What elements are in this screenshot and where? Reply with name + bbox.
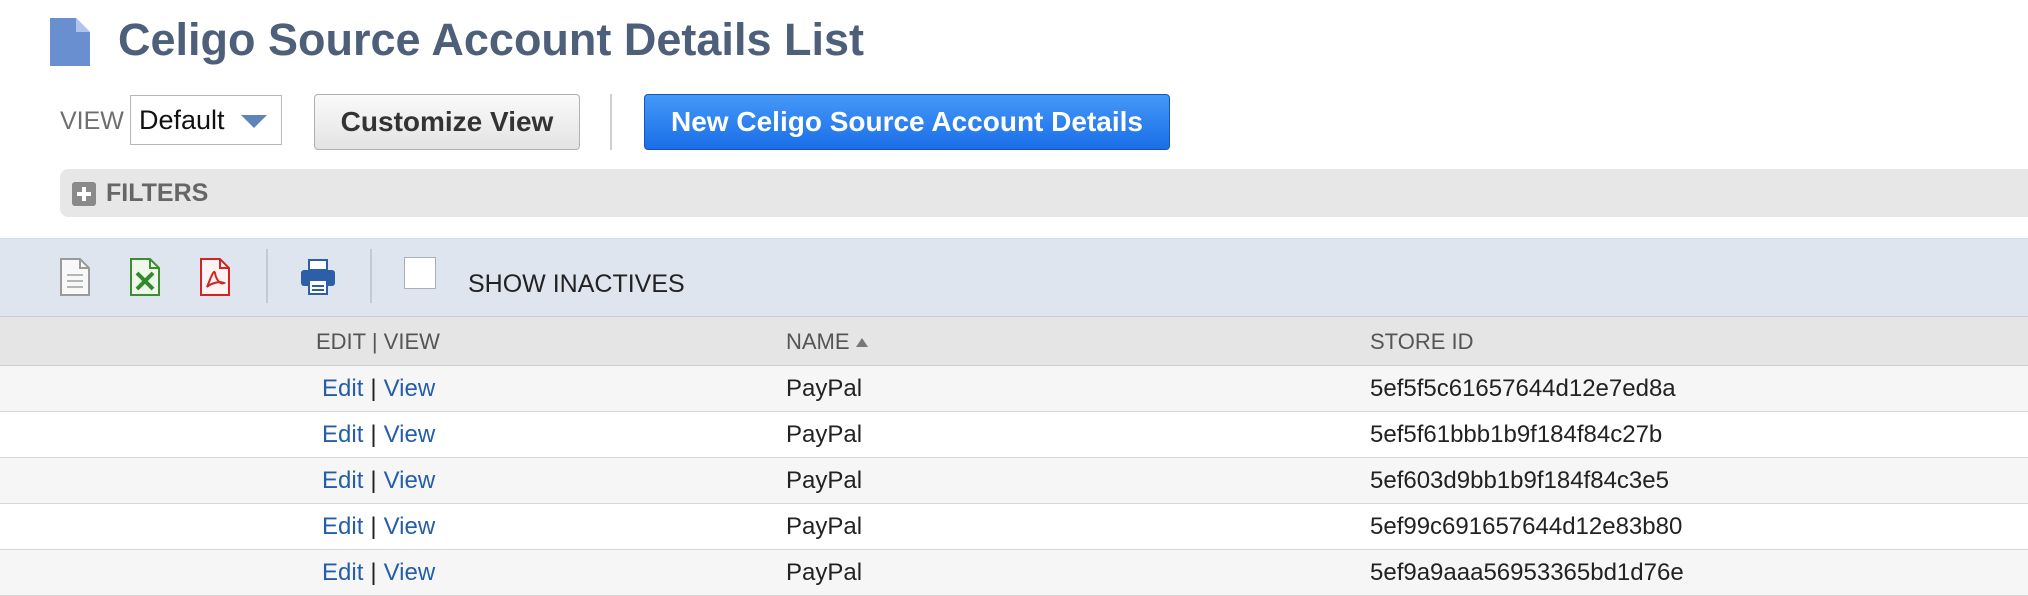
column-header-name[interactable]: NAME bbox=[786, 330, 868, 354]
edit-link[interactable]: Edit bbox=[322, 467, 363, 494]
records-table: EDIT | VIEW NAME STORE ID Edit | View PayPa… bbox=[0, 316, 2028, 596]
store-id-cell: 5ef5f5c61657644d12e7ed8a bbox=[1370, 375, 1676, 402]
column-header-edit-view: EDIT | VIEW bbox=[316, 329, 440, 354]
button-divider bbox=[610, 94, 612, 150]
link-separator: | bbox=[370, 467, 377, 494]
store-id-cell: 5ef603d9bb1b9f184f84c3e5 bbox=[1370, 467, 1669, 494]
table-row: Edit | View PayPal 5ef5f5c61657644d12e7ed8a bbox=[0, 366, 2028, 412]
name-cell: PayPal bbox=[786, 421, 863, 448]
list-toolbar: SHOW INACTIVES bbox=[0, 238, 2028, 316]
show-inactives-checkbox[interactable] bbox=[404, 257, 436, 289]
edit-view-cell: Edit | View bbox=[322, 513, 435, 541]
store-id-cell: 5ef9a9aaa56953365bd1d76e bbox=[1370, 559, 1684, 586]
name-cell: PayPal bbox=[786, 513, 863, 540]
filters-label: FILTERS bbox=[106, 179, 209, 207]
show-inactives-label: SHOW INACTIVES bbox=[468, 270, 685, 298]
sort-ascending-icon bbox=[855, 338, 868, 347]
link-separator: | bbox=[370, 513, 377, 540]
store-id-cell: 5ef5f61bbb1b9f184f84c27b bbox=[1370, 421, 1663, 448]
table-row: Edit | View PayPal 5ef99c691657644d12e83b80 bbox=[0, 504, 2028, 550]
name-cell: PayPal bbox=[786, 467, 863, 494]
export-excel-icon[interactable] bbox=[128, 257, 162, 297]
view-link[interactable]: View bbox=[384, 421, 436, 448]
table-row: Edit | View PayPal 5ef9a9aaa56953365bd1d76e bbox=[0, 550, 2028, 596]
print-icon[interactable] bbox=[298, 257, 338, 297]
view-link[interactable]: View bbox=[384, 467, 436, 494]
edit-link[interactable]: Edit bbox=[322, 421, 363, 448]
view-label: VIEW bbox=[60, 107, 124, 135]
page-title: Celigo Source Account Details List bbox=[118, 14, 864, 65]
toolbar-separator bbox=[370, 249, 372, 303]
edit-link[interactable]: Edit bbox=[322, 559, 363, 586]
plus-icon[interactable] bbox=[72, 182, 96, 206]
filters-bar[interactable]: FILTERS bbox=[60, 169, 2028, 217]
table-header: EDIT | VIEW NAME STORE ID bbox=[0, 316, 2028, 366]
table-body: Edit | View PayPal 5ef5f5c61657644d12e7ed8a E… bbox=[0, 366, 2028, 596]
edit-link[interactable]: Edit bbox=[322, 513, 363, 540]
table-row: Edit | View PayPal 5ef603d9bb1b9f184f84c3e5 bbox=[0, 458, 2028, 504]
edit-view-cell: Edit | View bbox=[322, 467, 435, 495]
customize-view-button[interactable]: Customize View bbox=[314, 94, 580, 150]
view-select[interactable]: Default bbox=[130, 95, 282, 145]
store-id-cell: 5ef99c691657644d12e83b80 bbox=[1370, 513, 1683, 540]
document-icon bbox=[50, 18, 90, 66]
link-separator: | bbox=[370, 375, 377, 402]
edit-link[interactable]: Edit bbox=[322, 375, 363, 402]
table-row: Edit | View PayPal 5ef5f61bbb1b9f184f84c27b bbox=[0, 412, 2028, 458]
edit-view-cell: Edit | View bbox=[322, 375, 435, 403]
link-separator: | bbox=[370, 559, 377, 586]
column-header-name-label: NAME bbox=[786, 329, 850, 354]
view-link[interactable]: View bbox=[384, 559, 436, 586]
column-header-store-id[interactable]: STORE ID bbox=[1370, 330, 1474, 354]
view-select-value: Default bbox=[139, 105, 225, 135]
name-cell: PayPal bbox=[786, 559, 863, 586]
view-link[interactable]: View bbox=[384, 375, 436, 402]
link-separator: | bbox=[370, 421, 377, 448]
name-cell: PayPal bbox=[786, 375, 863, 402]
export-pdf-icon[interactable] bbox=[198, 257, 232, 297]
chevron-down-icon bbox=[241, 115, 267, 128]
edit-view-cell: Edit | View bbox=[322, 421, 435, 449]
new-record-button[interactable]: New Celigo Source Account Details bbox=[644, 94, 1170, 150]
toolbar-separator bbox=[266, 249, 268, 303]
export-csv-icon[interactable] bbox=[58, 257, 92, 297]
view-link[interactable]: View bbox=[384, 513, 436, 540]
edit-view-cell: Edit | View bbox=[322, 559, 435, 587]
